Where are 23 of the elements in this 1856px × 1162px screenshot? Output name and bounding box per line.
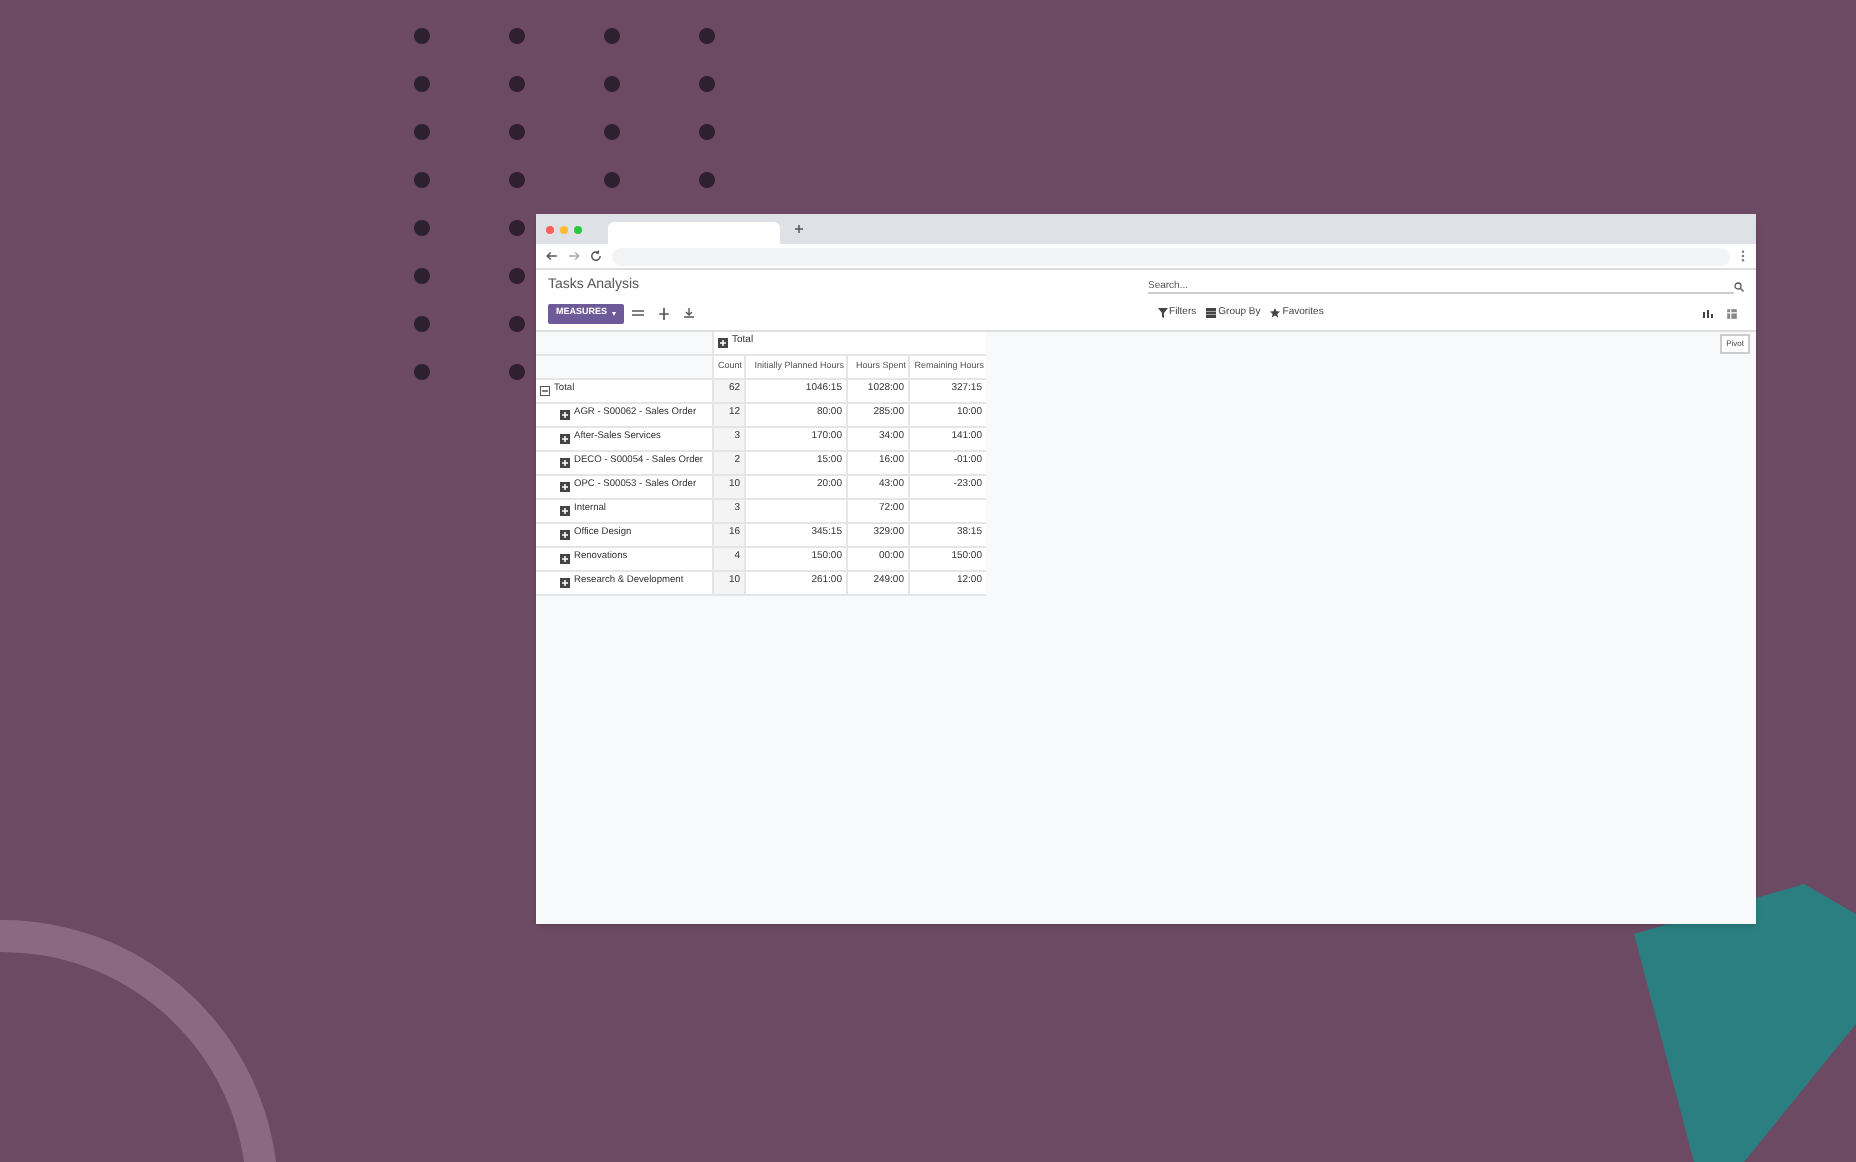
flip-axis-icon[interactable] — [631, 308, 644, 318]
expand-all-icon[interactable] — [657, 307, 670, 319]
collapse-icon[interactable] — [540, 385, 550, 395]
expand-icon[interactable] — [560, 505, 570, 515]
expand-icon[interactable] — [560, 553, 570, 563]
expand-icon[interactable] — [560, 457, 570, 467]
table-icon[interactable] — [1726, 307, 1738, 319]
more-icon[interactable] — [1740, 250, 1746, 262]
plus-icon[interactable] — [794, 224, 804, 234]
bar-chart-icon[interactable] — [1702, 307, 1714, 317]
expand-icon[interactable] — [560, 529, 570, 539]
expand-icon[interactable] — [560, 409, 570, 419]
expand-icon[interactable] — [560, 433, 570, 443]
funnel-icon — [1157, 308, 1168, 318]
star-icon — [1270, 308, 1281, 318]
download-icon[interactable] — [683, 308, 694, 318]
search-icon[interactable] — [1734, 281, 1744, 292]
reload-icon[interactable] — [590, 250, 602, 262]
expand-icon[interactable] — [718, 337, 728, 347]
layers-icon — [1206, 308, 1217, 318]
back-arrow-icon[interactable] — [546, 250, 558, 262]
expand-icon[interactable] — [560, 481, 570, 491]
expand-icon[interactable] — [560, 577, 570, 587]
